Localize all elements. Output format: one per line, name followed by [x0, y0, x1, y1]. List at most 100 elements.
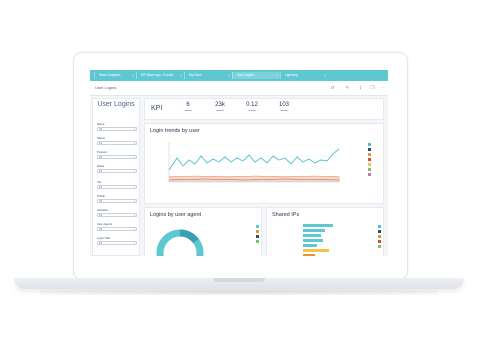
agent-legend: [217, 224, 259, 244]
tab-user-logins[interactable]: User Logins ×: [232, 72, 280, 79]
legend-item[interactable]: [217, 239, 259, 244]
filter-label: Via: [97, 180, 101, 184]
bar: [303, 234, 321, 237]
legend-item[interactable]: [341, 148, 371, 152]
legend-swatch: [368, 173, 371, 176]
user-agent-panel: Logins by user agent: [144, 207, 262, 256]
legend-swatch: [378, 235, 381, 238]
filter-activities: Activities All: [97, 208, 137, 218]
filter-profile: Profile All: [97, 194, 137, 204]
filter-label: Profile: [97, 194, 105, 198]
filter-dropdown[interactable]: All: [97, 212, 137, 218]
tab-my-dash[interactable]: My Dash ×: [184, 72, 232, 79]
legend-swatch: [256, 230, 259, 233]
tab-wave-analytics[interactable]: Wave Analytics ×: [94, 72, 136, 79]
filter-dropdown[interactable]: All: [97, 226, 137, 232]
filter-label: Name: [97, 122, 105, 126]
panel-title: Logins by user agent: [150, 212, 202, 218]
legend-item[interactable]: [341, 153, 371, 157]
filter-dropdown[interactable]: All: [97, 184, 137, 190]
bar: [303, 249, 329, 252]
sidebar-title: User Logins: [97, 101, 135, 108]
filter-dropdown[interactable]: All: [97, 168, 137, 174]
toolbar: User Logins ↺ ✎ ⇪ ❐ ⋯: [90, 81, 388, 96]
filter-label: Product: [97, 150, 107, 154]
login-trends-panel: Login trends by user: [144, 123, 384, 204]
legend-item[interactable]: [349, 244, 381, 249]
undo-icon[interactable]: ↺: [328, 84, 337, 92]
filter-dropdown[interactable]: All: [97, 140, 137, 146]
shared-ips-bar-chart[interactable]: [271, 222, 349, 256]
clone-icon[interactable]: ❐: [368, 84, 377, 92]
shared-ips-panel: Shared IPs: [266, 207, 384, 256]
tab-label: Lightning: [285, 73, 298, 77]
tab-label: My Dash: [189, 73, 202, 77]
legend-swatch: [256, 225, 259, 228]
legend-swatch: [368, 163, 371, 166]
kpi-metric: 6 ▬▬▬: [175, 102, 201, 117]
bar: [303, 254, 315, 256]
kpi-value: 6: [186, 102, 190, 108]
legend-swatch: [368, 153, 371, 156]
legend-item[interactable]: [341, 158, 371, 162]
close-icon[interactable]: ×: [324, 72, 326, 79]
filter-dropdown[interactable]: All: [97, 154, 137, 160]
legend-item[interactable]: [341, 143, 371, 147]
legend-item[interactable]: [341, 173, 371, 177]
filter-dropdown[interactable]: All: [97, 240, 137, 246]
filter-sidebar: User Logins Name All Status All Product …: [92, 98, 140, 256]
bar: [303, 224, 333, 227]
filter-label: Roles: [97, 164, 105, 168]
legend-item[interactable]: [341, 168, 371, 172]
laptop-shadow: [40, 289, 438, 295]
close-icon[interactable]: ×: [228, 72, 230, 79]
legend-swatch: [256, 235, 259, 238]
trend-line-chart[interactable]: [155, 136, 345, 198]
filter-dropdown[interactable]: All: [97, 126, 137, 132]
page-title: User Logins: [95, 85, 117, 90]
tab-label: ER Wave app - Events: [141, 73, 174, 77]
legend-swatch: [378, 245, 381, 248]
filter-status: Status All: [97, 136, 137, 146]
filter-label: Login URL: [97, 236, 111, 240]
legend-swatch: [368, 158, 371, 161]
kpi-label: ▬▬▬: [248, 109, 256, 112]
filter-product: Product All: [97, 150, 137, 160]
filter-label: User Agents: [97, 222, 113, 226]
filter-user-agents: User Agents All: [97, 222, 137, 232]
series-band: [169, 176, 340, 182]
close-icon[interactable]: ×: [132, 72, 134, 79]
legend-item[interactable]: [341, 163, 371, 167]
more-icon[interactable]: ⋯: [379, 84, 388, 92]
kpi-widget: KPI 6 ▬▬▬ 23k ▬▬▬ 0.12 ▬▬▬ 103 ▬▬▬: [144, 98, 384, 120]
edit-icon[interactable]: ✎: [343, 84, 352, 92]
tab-er-wave-app[interactable]: ER Wave app - Events ×: [136, 72, 184, 79]
kpi-label: ▬▬▬: [280, 109, 288, 112]
kpi-value: 103: [278, 102, 289, 108]
kpi-value: 0.12: [246, 102, 258, 108]
close-icon[interactable]: ×: [276, 72, 278, 79]
panel-title: Login trends by user: [150, 128, 200, 134]
kpi-metric: 23k ▬▬▬: [207, 102, 233, 117]
filter-login-url: Login URL All: [97, 236, 137, 246]
share-icon[interactable]: ⇪: [356, 84, 365, 92]
filter-roles: Roles All: [97, 164, 137, 174]
kpi-label: ▬▬▬: [184, 109, 192, 112]
legend-swatch: [378, 230, 381, 233]
user-agent-donut[interactable]: [149, 221, 211, 256]
shared-legend: [349, 224, 381, 249]
bar: [303, 229, 325, 232]
legend-swatch: [368, 148, 371, 151]
bar: [303, 244, 317, 247]
tab-label: User Logins: [237, 73, 255, 77]
tab-bar: Wave Analytics × ER Wave app - Events × My…: [90, 70, 388, 81]
close-icon[interactable]: ×: [180, 72, 182, 79]
filter-via: Via All: [97, 180, 137, 190]
kpi-metric: 103 ▬▬▬: [271, 102, 297, 117]
tab-lightning[interactable]: Lightning ×: [280, 72, 328, 79]
filter-dropdown[interactable]: All: [97, 198, 137, 204]
kpi-value: 23k: [215, 102, 225, 108]
tab-label: Wave Analytics: [99, 73, 121, 77]
donut-segment: [179, 229, 199, 244]
filter-label: Status: [97, 136, 105, 140]
